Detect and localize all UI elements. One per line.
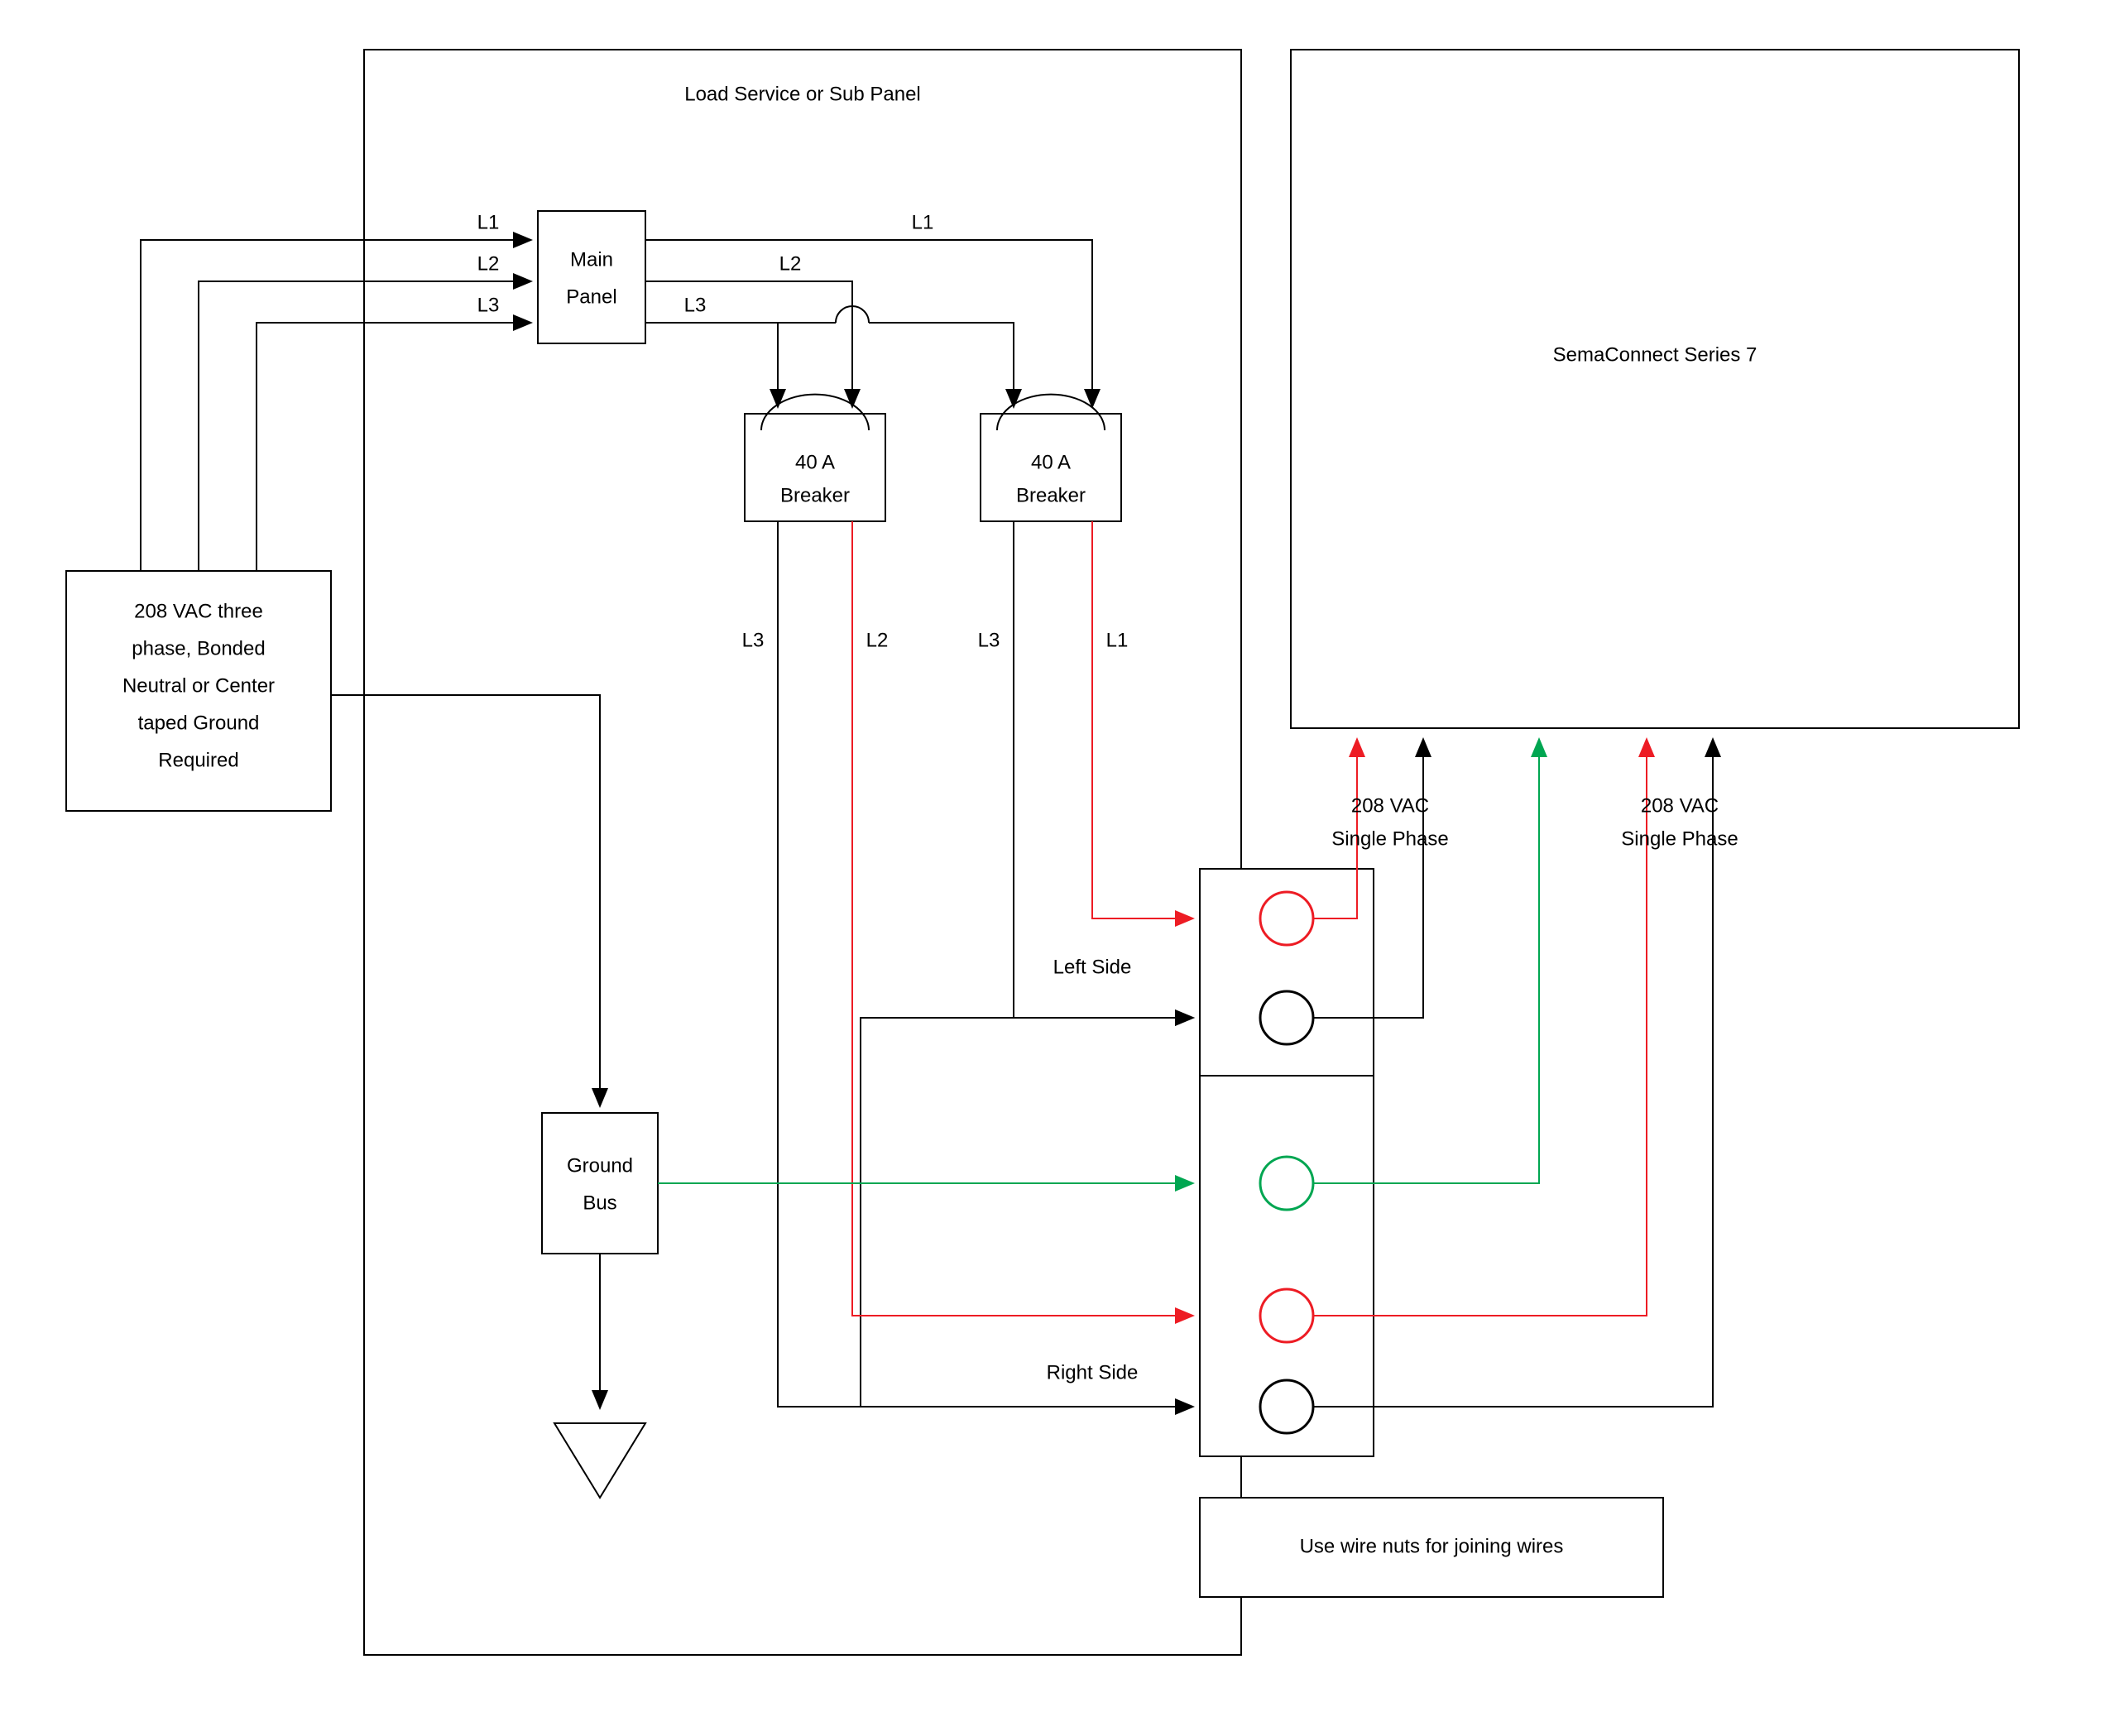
source-line2: phase, Bonded bbox=[132, 637, 265, 659]
term-left-red bbox=[1260, 892, 1313, 945]
sub-panel-box bbox=[364, 50, 1241, 1655]
label-L2-in: L2 bbox=[477, 252, 500, 275]
label-b1-L3: L3 bbox=[742, 629, 765, 651]
term-left-black bbox=[1260, 991, 1313, 1044]
label-L2-out: L2 bbox=[779, 252, 802, 275]
label-L3-in: L3 bbox=[477, 294, 500, 316]
wiring-diagram: Load Service or Sub Panel 208 VAC three … bbox=[0, 0, 2110, 1736]
term-right-red bbox=[1260, 1289, 1313, 1342]
ground-bus-box bbox=[542, 1113, 658, 1254]
breaker1-line2: Breaker bbox=[780, 484, 850, 506]
note-text: Use wire nuts for joining wires bbox=[1300, 1535, 1564, 1557]
phase2-l2: Single Phase bbox=[1621, 827, 1738, 850]
label-b2-L3: L3 bbox=[978, 629, 1000, 651]
label-b1-L2: L2 bbox=[866, 629, 889, 651]
breaker2-line2: Breaker bbox=[1016, 484, 1086, 506]
main-panel-line1: Main bbox=[570, 248, 613, 271]
phase2-l1: 208 VAC bbox=[1641, 794, 1719, 817]
label-b2-L1: L1 bbox=[1106, 629, 1129, 651]
charger-label: SemaConnect Series 7 bbox=[1553, 343, 1758, 366]
source-line4: taped Ground bbox=[138, 712, 260, 734]
breaker1-line1: 40 A bbox=[795, 451, 835, 473]
charger-box bbox=[1291, 50, 2019, 728]
source-line1: 208 VAC three bbox=[134, 600, 263, 622]
main-panel-line2: Panel bbox=[566, 285, 616, 308]
term-right-black bbox=[1260, 1380, 1313, 1433]
label-L1-in: L1 bbox=[477, 211, 500, 233]
source-line5: Required bbox=[158, 749, 238, 771]
term-green bbox=[1260, 1157, 1313, 1210]
ground-bus-line1: Ground bbox=[567, 1154, 633, 1177]
ground-bus-line2: Bus bbox=[583, 1192, 616, 1214]
source-line3: Neutral or Center bbox=[122, 674, 275, 697]
phase1-l1: 208 VAC bbox=[1351, 794, 1429, 817]
label-L3-out: L3 bbox=[684, 294, 707, 316]
left-side-label: Left Side bbox=[1053, 956, 1132, 978]
breaker2-line1: 40 A bbox=[1031, 451, 1071, 473]
main-panel-box bbox=[538, 211, 645, 343]
panel-title: Load Service or Sub Panel bbox=[684, 83, 921, 105]
label-L1-out: L1 bbox=[912, 211, 934, 233]
phase1-l2: Single Phase bbox=[1331, 827, 1448, 850]
right-side-label: Right Side bbox=[1047, 1361, 1139, 1384]
